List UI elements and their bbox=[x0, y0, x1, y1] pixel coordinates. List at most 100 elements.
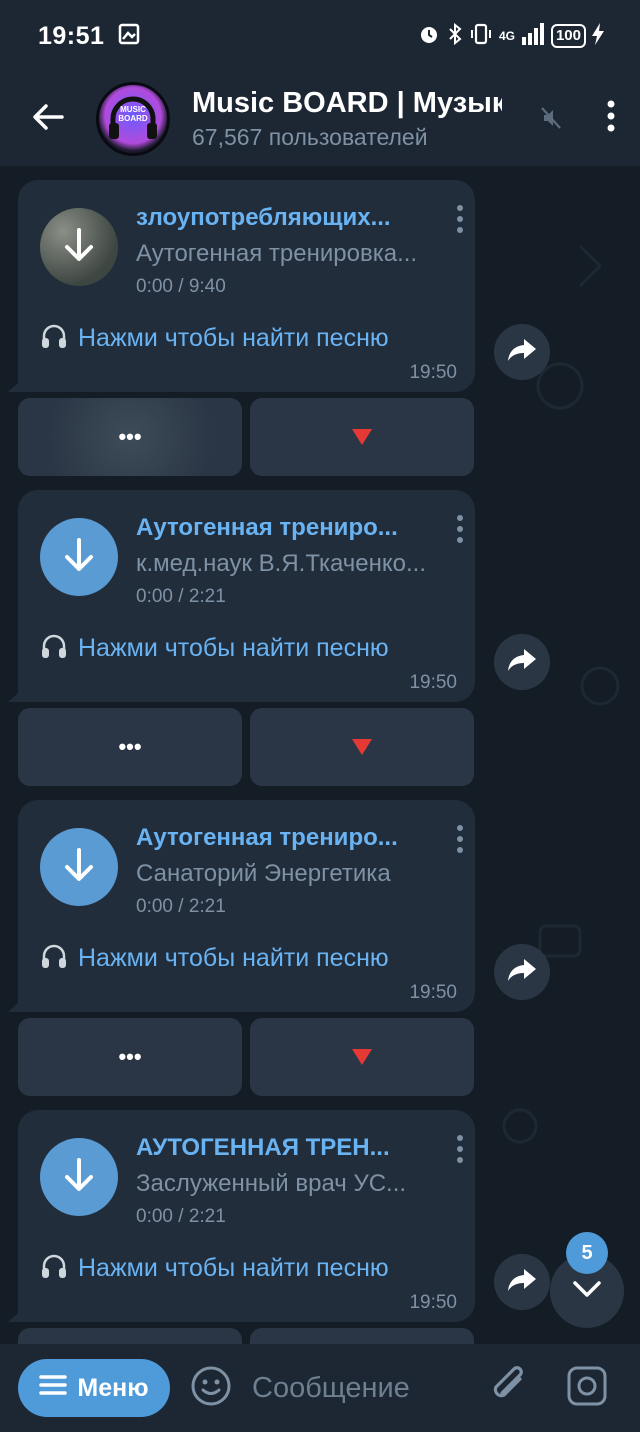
red-triangle-icon bbox=[352, 1049, 372, 1065]
audio-artist: Заслуженный врач УС... bbox=[136, 1170, 407, 1197]
download-button[interactable] bbox=[40, 518, 118, 596]
download-button[interactable] bbox=[40, 1138, 118, 1216]
more-vert-icon[interactable] bbox=[455, 202, 465, 241]
audio-title: Аутогенная трениро... bbox=[136, 824, 398, 851]
more-vert-icon[interactable] bbox=[606, 96, 616, 141]
find-song-row[interactable]: Нажми чтобы найти песню bbox=[40, 1252, 389, 1285]
camera-icon[interactable] bbox=[566, 1365, 608, 1412]
avatar-text-line2: BOARD bbox=[118, 114, 148, 123]
status-time: 19:51 bbox=[38, 21, 105, 50]
audio-message[interactable]: Аутогенная трениро... к.мед.наук В.Я.Тка… bbox=[8, 490, 475, 702]
audio-duration: 0:00 / 9:40 bbox=[136, 276, 226, 297]
download-icon bbox=[61, 846, 97, 889]
alarm-icon bbox=[417, 22, 441, 51]
audio-duration: 0:00 / 2:21 bbox=[136, 1206, 226, 1227]
status-bar: 19:51 4G 100 bbox=[0, 0, 640, 72]
chat-header: MUSIC BOARD Music BOARD | Музыка 67,567 … bbox=[0, 72, 640, 166]
message-time: 19:50 bbox=[409, 362, 457, 383]
mute-icon bbox=[540, 106, 562, 135]
headphones-icon bbox=[40, 1252, 68, 1285]
red-triangle-icon bbox=[352, 429, 372, 445]
input-bar: Меню bbox=[0, 1344, 640, 1432]
avatar-text-line1: MUSIC bbox=[120, 105, 146, 114]
chat-area[interactable]: злоупотребляющих... Аутогенная тренировк… bbox=[0, 166, 640, 1344]
share-icon bbox=[507, 1268, 537, 1297]
inline-keyboard bbox=[18, 1328, 474, 1344]
back-button[interactable] bbox=[0, 72, 96, 166]
red-triangle-button[interactable] bbox=[250, 1018, 474, 1096]
more-options-button[interactable]: ••• bbox=[18, 398, 242, 476]
download-icon bbox=[61, 536, 97, 579]
download-icon bbox=[61, 226, 97, 269]
find-song-row[interactable]: Нажми чтобы найти песню bbox=[40, 322, 389, 355]
gallery-notification-icon bbox=[118, 23, 140, 50]
status-right: 4G 100 bbox=[417, 22, 604, 51]
inline-keyboard: ••• bbox=[18, 1018, 474, 1096]
find-song-row[interactable]: Нажми чтобы найти песню bbox=[40, 942, 389, 975]
emoji-icon[interactable] bbox=[190, 1365, 232, 1412]
message-time: 19:50 bbox=[409, 672, 457, 693]
battery-indicator: 100 bbox=[550, 24, 586, 48]
audio-duration: 0:00 / 2:21 bbox=[136, 586, 226, 607]
header-title-row: Music BOARD | Музыка bbox=[192, 87, 502, 120]
inline-keyboard: ••• bbox=[18, 398, 474, 476]
red-triangle-icon bbox=[352, 739, 372, 755]
attach-icon[interactable] bbox=[490, 1365, 530, 1412]
find-song-link[interactable]: Нажми чтобы найти песню bbox=[78, 1254, 389, 1283]
audio-title: злоупотребляющих... bbox=[136, 204, 391, 231]
headphones-icon bbox=[40, 632, 68, 665]
find-song-link[interactable]: Нажми чтобы найти песню bbox=[78, 324, 389, 353]
more-vert-icon[interactable] bbox=[455, 512, 465, 551]
share-icon bbox=[507, 338, 537, 367]
find-song-link[interactable]: Нажми чтобы найти песню bbox=[78, 634, 389, 663]
audio-message[interactable]: АУТОГЕННАЯ ТРЕН... Заслуженный врач УС..… bbox=[8, 1110, 475, 1322]
audio-message[interactable]: Аутогенная трениро... Санаторий Энергети… bbox=[8, 800, 475, 1012]
message-time: 19:50 bbox=[409, 982, 457, 1003]
red-triangle-button[interactable] bbox=[250, 398, 474, 476]
download-button[interactable] bbox=[40, 828, 118, 906]
download-button[interactable] bbox=[40, 208, 118, 286]
more-vert-icon[interactable] bbox=[455, 822, 465, 861]
red-triangle-button[interactable] bbox=[250, 708, 474, 786]
charging-icon bbox=[592, 22, 604, 50]
audio-artist: Аутогенная тренировка... bbox=[136, 240, 418, 267]
inline-keyboard: ••• bbox=[18, 708, 474, 786]
status-left: 19:51 bbox=[38, 22, 140, 51]
audio-artist: Санаторий Энергетика bbox=[136, 860, 391, 887]
bot-menu-button[interactable]: Меню bbox=[18, 1359, 170, 1417]
more-vert-icon[interactable] bbox=[455, 1132, 465, 1171]
network-type: 4G bbox=[498, 29, 515, 43]
download-icon bbox=[61, 1156, 97, 1199]
channel-subtitle: 67,567 пользователей bbox=[192, 124, 428, 150]
audio-artist: к.мед.наук В.Я.Ткаченко... bbox=[136, 550, 427, 577]
share-button[interactable] bbox=[494, 944, 550, 1000]
signal-icon bbox=[521, 22, 545, 50]
header-info[interactable]: Music BOARD | Музыка 67,567 пользователе… bbox=[192, 87, 502, 151]
menu-lines-icon bbox=[39, 1374, 68, 1403]
audio-title: АУТОГЕННАЯ ТРЕН... bbox=[136, 1134, 390, 1161]
more-options-button[interactable]: ••• bbox=[18, 1018, 242, 1096]
audio-message[interactable]: злоупотребляющих... Аутогенная тренировк… bbox=[8, 180, 475, 392]
share-icon bbox=[507, 648, 537, 677]
message-input[interactable] bbox=[252, 1371, 482, 1405]
vibrate-icon bbox=[469, 22, 493, 51]
headphones-icon bbox=[40, 942, 68, 975]
menu-label: Меню bbox=[77, 1373, 149, 1402]
channel-title: Music BOARD | Музыка bbox=[192, 87, 502, 119]
channel-avatar[interactable]: MUSIC BOARD bbox=[96, 82, 170, 156]
more-options-button[interactable]: ••• bbox=[18, 708, 242, 786]
avatar-text: MUSIC BOARD bbox=[99, 105, 167, 123]
headphones-icon bbox=[40, 322, 68, 355]
bluetooth-icon bbox=[447, 22, 463, 51]
share-icon bbox=[507, 958, 537, 987]
unread-badge: 5 bbox=[566, 1232, 608, 1274]
share-button[interactable] bbox=[494, 324, 550, 380]
message-time: 19:50 bbox=[409, 1292, 457, 1313]
share-button[interactable] bbox=[494, 634, 550, 690]
keyboard-button-partial[interactable] bbox=[18, 1328, 242, 1344]
audio-title: Аутогенная трениро... bbox=[136, 514, 398, 541]
share-button[interactable] bbox=[494, 1254, 550, 1310]
find-song-link[interactable]: Нажми чтобы найти песню bbox=[78, 944, 389, 973]
find-song-row[interactable]: Нажми чтобы найти песню bbox=[40, 632, 389, 665]
keyboard-button-partial[interactable] bbox=[250, 1328, 474, 1344]
